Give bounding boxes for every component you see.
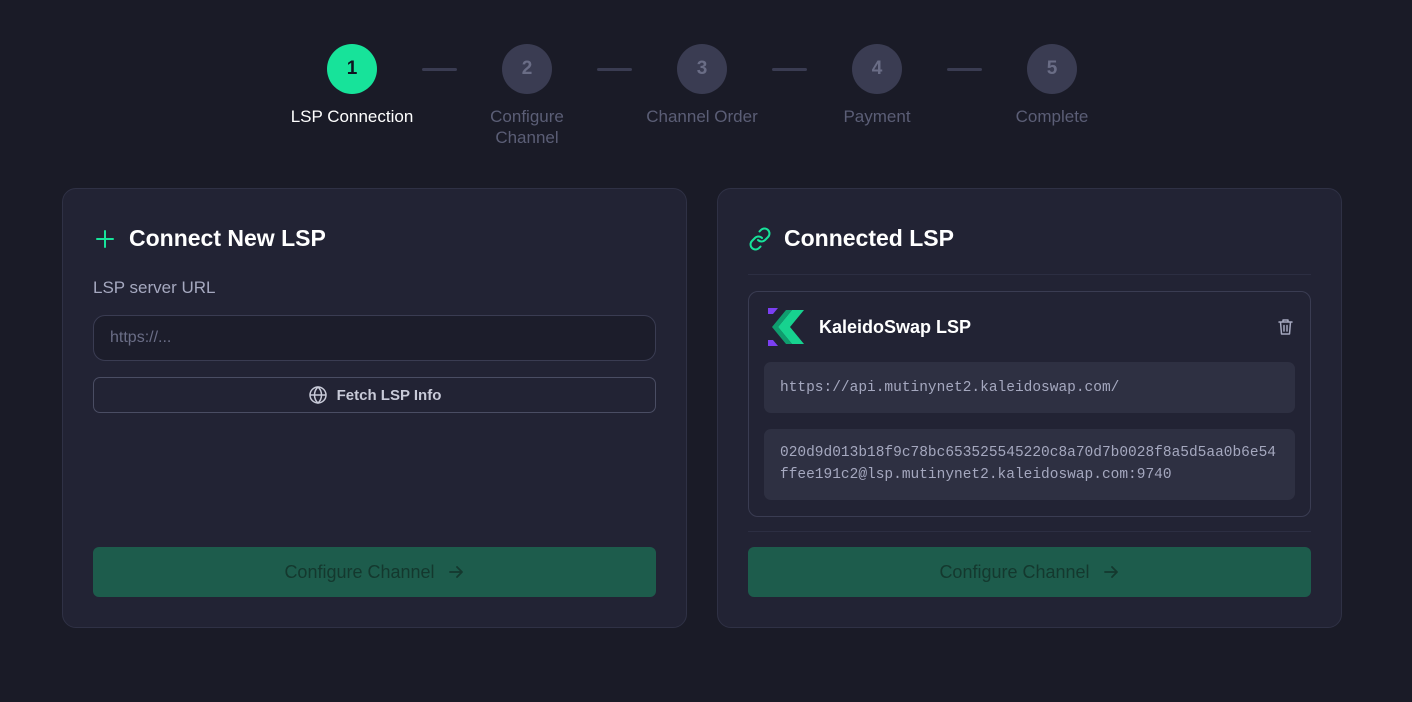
step-number: 4	[852, 44, 902, 94]
lsp-entry-header: KaleidoSwap LSP	[764, 306, 1295, 348]
lsp-url-display: https://api.mutinynet2.kaleidoswap.com/	[764, 362, 1295, 413]
step-label: Channel Order	[646, 107, 758, 126]
kaleidoswap-logo	[764, 306, 806, 348]
connect-new-lsp-card: Connect New LSP LSP server URL Fetch LSP…	[62, 188, 687, 628]
globe-icon	[308, 385, 328, 405]
lsp-name: KaleidoSwap LSP	[819, 316, 972, 337]
step-label: Payment	[843, 107, 911, 126]
arrow-right-icon	[447, 563, 465, 581]
step-number: 5	[1027, 44, 1077, 94]
lsp-url-input[interactable]	[93, 315, 656, 361]
configure-channel-label: Configure Channel	[939, 561, 1090, 582]
stepper: 1 LSP Connection 2 Configure Channel 3 C…	[0, 44, 1412, 154]
card-title-text: Connected LSP	[784, 225, 954, 251]
lsp-connection-string: 020d9d013b18f9c78bc653525545220c8a70d7b0…	[764, 429, 1295, 500]
step-number: 2	[502, 44, 552, 94]
card-title-text: Connect New LSP	[129, 225, 326, 251]
step-label: Complete	[1015, 107, 1089, 126]
divider	[748, 531, 1311, 532]
step-configure-channel[interactable]: 2 Configure Channel	[437, 44, 617, 148]
connected-lsp-card: Connected LSP KaleidoSwap LSP https://ap…	[717, 188, 1342, 628]
step-label: Configure Channel	[490, 107, 564, 147]
divider	[748, 274, 1311, 275]
plus-icon	[93, 227, 117, 251]
step-channel-order[interactable]: 3 Channel Order	[612, 44, 792, 127]
configure-channel-button[interactable]: Configure Channel	[748, 547, 1311, 597]
fetch-lsp-info-button[interactable]: Fetch LSP Info	[93, 377, 656, 413]
step-lsp-connection[interactable]: 1 LSP Connection	[262, 44, 442, 127]
step-payment[interactable]: 4 Payment	[787, 44, 967, 127]
fetch-button-label: Fetch LSP Info	[336, 386, 442, 404]
link-icon	[748, 227, 772, 251]
configure-channel-label: Configure Channel	[284, 561, 435, 582]
step-label: LSP Connection	[290, 107, 414, 126]
trash-icon[interactable]	[1275, 317, 1295, 337]
lsp-entry: KaleidoSwap LSP https://api.mutinynet2.k…	[748, 291, 1311, 517]
lsp-url-label: LSP server URL	[93, 278, 216, 297]
step-number: 3	[677, 44, 727, 94]
step-number: 1	[327, 44, 377, 94]
card-title: Connected LSP	[748, 225, 954, 252]
step-complete[interactable]: 5 Complete	[962, 44, 1142, 127]
configure-channel-button[interactable]: Configure Channel	[93, 547, 656, 597]
arrow-right-icon	[1102, 563, 1120, 581]
card-title: Connect New LSP	[93, 225, 326, 252]
